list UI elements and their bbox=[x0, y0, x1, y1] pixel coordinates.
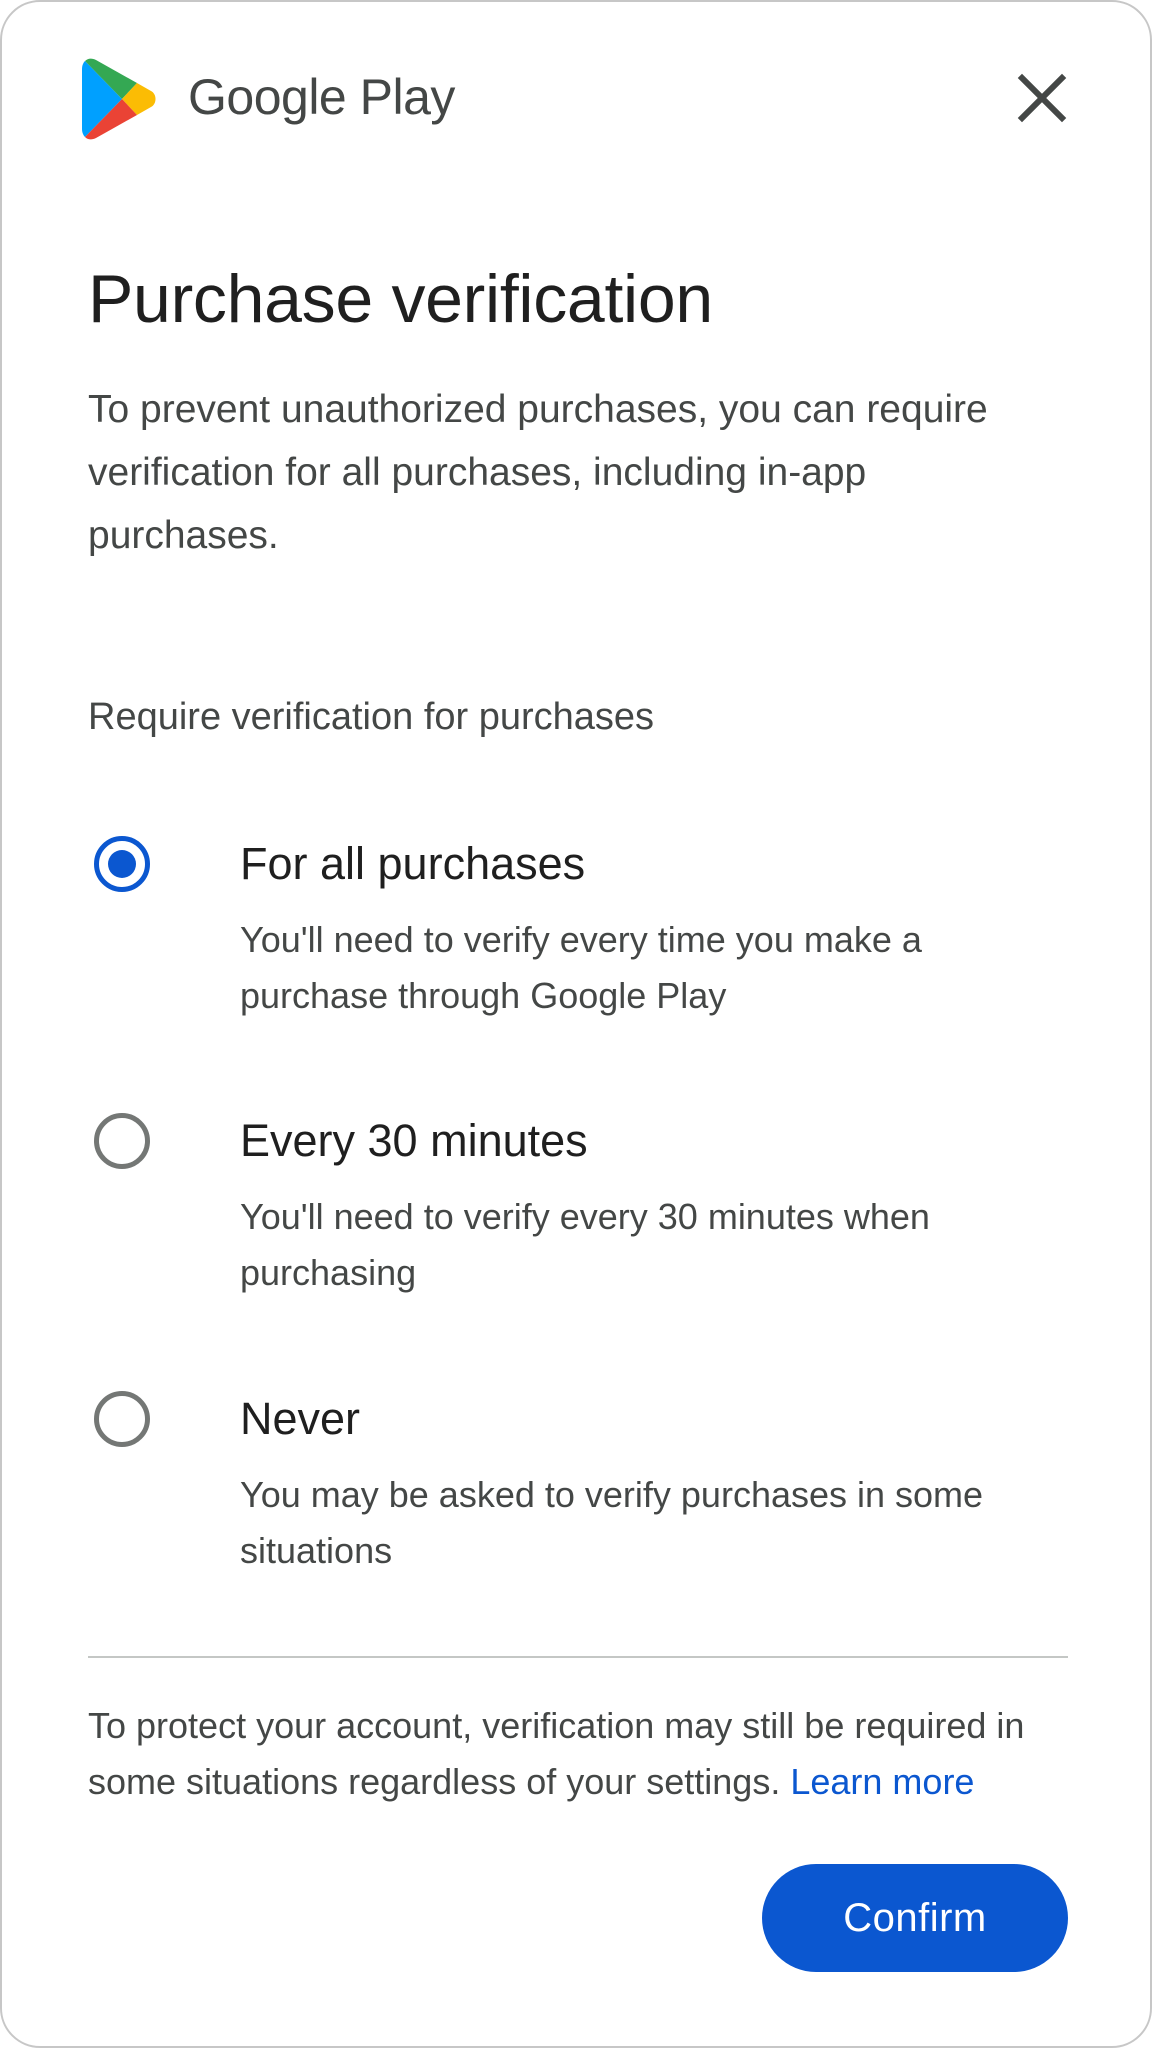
option-title: Never bbox=[240, 1393, 361, 1444]
dialog-description: To prevent unauthorized purchases, you c… bbox=[88, 388, 988, 557]
option-description: You may be asked to verify purchases in … bbox=[240, 1474, 984, 1571]
option-title: For all purchases bbox=[240, 838, 586, 889]
option-description: You'll need to verify every time you mak… bbox=[240, 919, 922, 1016]
divider bbox=[88, 1656, 1068, 1658]
dialog-title: Purchase verification bbox=[88, 261, 713, 337]
radio-button-selected[interactable] bbox=[94, 836, 150, 892]
purchase-verification-dialog: Google Play Purchase verification To pre… bbox=[0, 0, 1152, 2048]
close-icon bbox=[1017, 73, 1067, 123]
option-title: Every 30 minutes bbox=[240, 1115, 588, 1166]
radio-button[interactable] bbox=[94, 1113, 150, 1169]
brand-name: Google Play bbox=[188, 69, 455, 125]
confirm-button[interactable]: Confirm bbox=[762, 1864, 1068, 1972]
option-description: You'll need to verify every 30 minutes w… bbox=[240, 1196, 930, 1293]
option-never[interactable]: Never You may be asked to verify purchas… bbox=[88, 1387, 1068, 1607]
option-for-all-purchases[interactable]: For all purchases You'll need to verify … bbox=[88, 832, 1068, 1052]
google-play-icon bbox=[82, 58, 156, 140]
radio-button[interactable] bbox=[94, 1391, 150, 1447]
option-every-30-minutes[interactable]: Every 30 minutes You'll need to verify e… bbox=[88, 1109, 1068, 1329]
learn-more-link[interactable]: Learn more bbox=[790, 1761, 974, 1802]
footnote: To protect your account, verification ma… bbox=[88, 1698, 1068, 1810]
section-label: Require verification for purchases bbox=[88, 696, 655, 738]
dialog-header: Google Play bbox=[82, 54, 1072, 144]
close-button[interactable] bbox=[1012, 68, 1072, 128]
